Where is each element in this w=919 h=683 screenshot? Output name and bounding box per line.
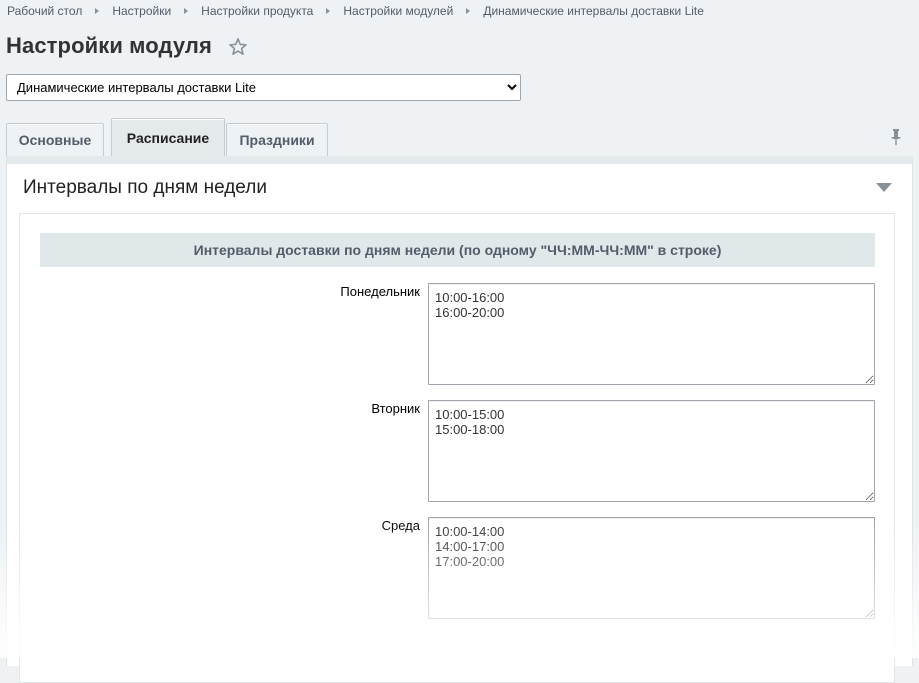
breadcrumb-item-desktop[interactable]: Рабочий стол [7, 4, 82, 18]
tab-basic[interactable]: Основные [6, 123, 104, 156]
title-row: Настройки модуля [6, 33, 248, 59]
tab-label: Расписание [126, 130, 210, 146]
wednesday-intervals-textarea[interactable]: 10:00-14:00 14:00-17:00 17:00-20:00 [428, 517, 875, 619]
breadcrumb-arrow-icon [466, 8, 471, 14]
settings-panel: Интервалы по дням недели Интервалы доста… [6, 156, 913, 683]
triangle-down-icon[interactable] [876, 183, 892, 193]
breadcrumb: Рабочий стол Настройки Настройки продукт… [7, 4, 704, 18]
breadcrumb-item-current-module[interactable]: Динамические интервалы доставки Lite [483, 4, 704, 18]
tab-holidays[interactable]: Праздники [226, 123, 328, 156]
tab-label: Основные [18, 132, 92, 148]
breadcrumb-arrow-icon [95, 8, 100, 14]
field-label-tuesday: Вторник [371, 401, 420, 416]
field-label-wednesday: Среда [381, 518, 420, 533]
group-header: Интервалы доставки по дням недели (по од… [40, 233, 875, 267]
breadcrumb-item-module-settings[interactable]: Настройки модулей [343, 4, 453, 18]
breadcrumb-arrow-icon [184, 8, 189, 14]
section-title: Интервалы по дням недели [23, 177, 267, 198]
field-label-monday: Понедельник [340, 284, 420, 299]
breadcrumb-arrow-icon [326, 8, 331, 14]
tab-schedule[interactable]: Расписание [111, 118, 225, 157]
breadcrumb-item-settings[interactable]: Настройки [112, 4, 171, 18]
page-title: Настройки модуля [6, 33, 212, 58]
breadcrumb-item-product-settings[interactable]: Настройки продукта [201, 4, 313, 18]
monday-intervals-textarea[interactable]: 10:00-16:00 16:00-20:00 [428, 283, 875, 385]
module-select[interactable]: Динамические интервалы доставки Lite [6, 74, 521, 101]
tuesday-intervals-textarea[interactable]: 10:00-15:00 15:00-18:00 [428, 400, 875, 502]
section-body: Интервалы доставки по дням недели (по од… [19, 213, 895, 683]
star-icon[interactable] [228, 37, 248, 57]
pin-icon[interactable] [889, 128, 903, 146]
tab-label: Праздники [239, 132, 315, 148]
